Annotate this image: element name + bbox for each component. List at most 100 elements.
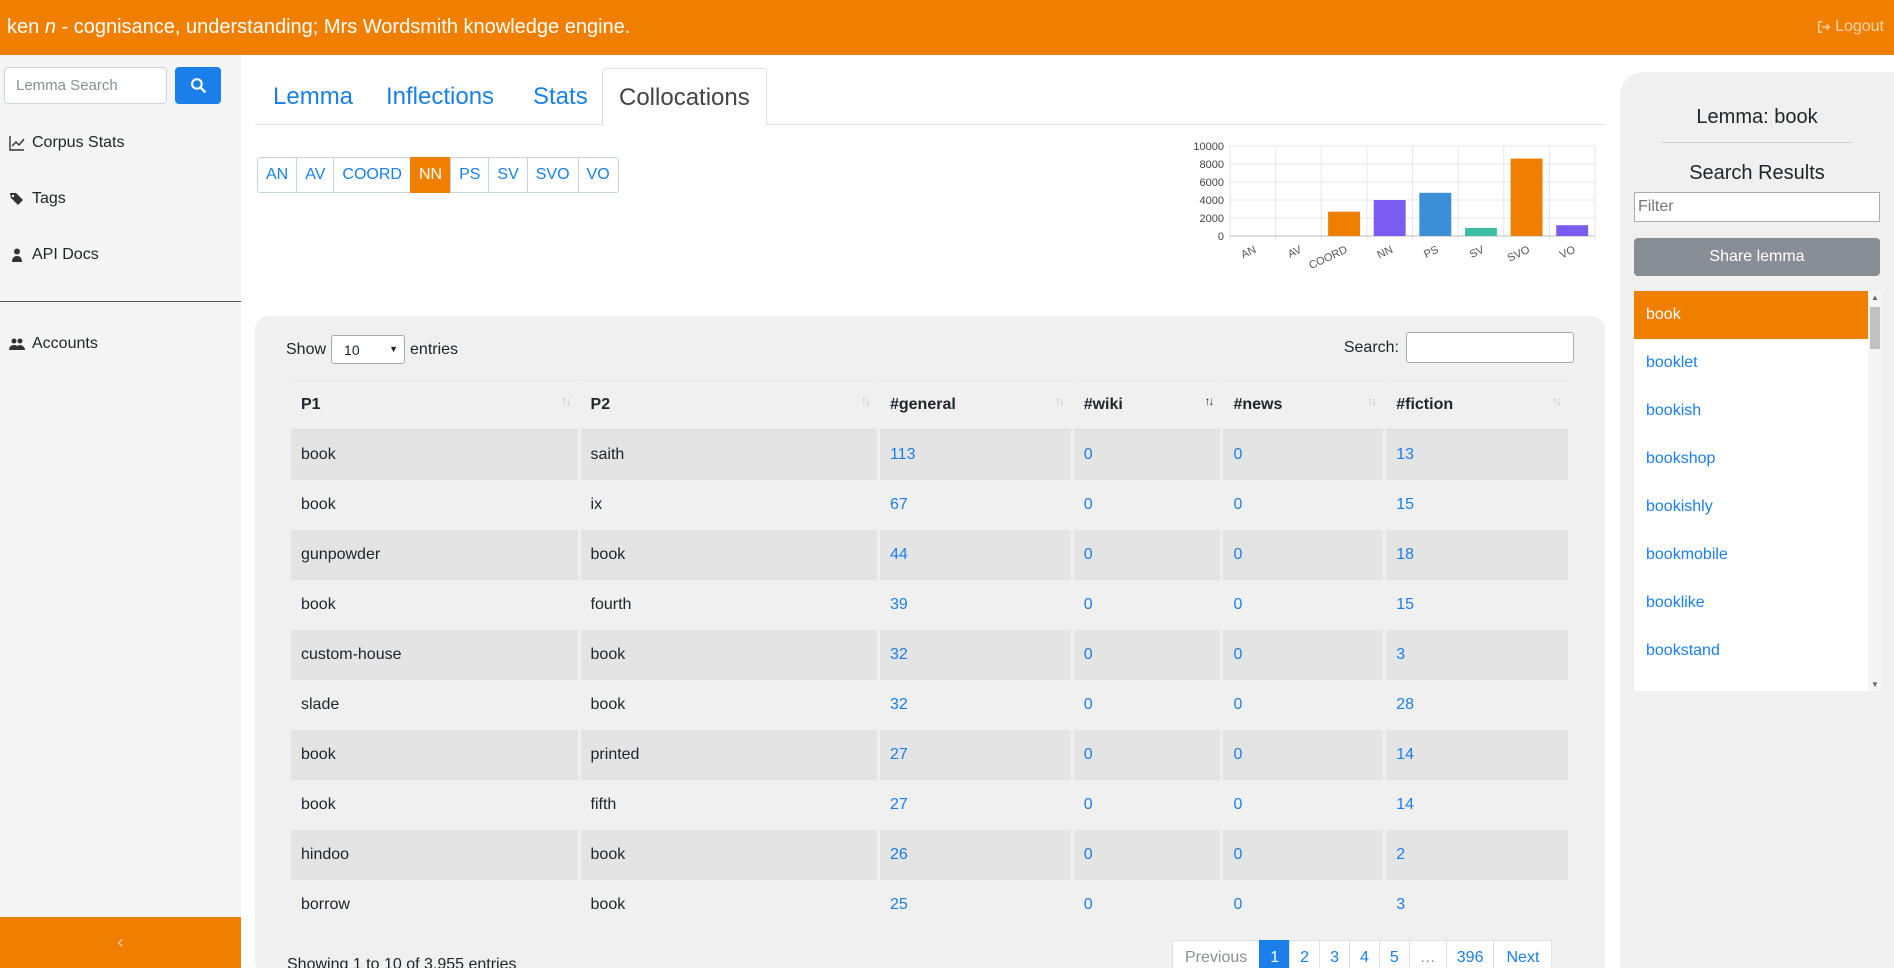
- search-result-item[interactable]: book: [1634, 291, 1868, 339]
- cell-general[interactable]: 32: [879, 680, 1071, 730]
- search-button[interactable]: [175, 67, 221, 104]
- cell-news[interactable]: 0: [1223, 880, 1384, 930]
- cell-general[interactable]: 67: [879, 480, 1071, 530]
- cell-general[interactable]: 44: [879, 530, 1071, 580]
- relation-button-coord[interactable]: COORD: [333, 157, 411, 193]
- cell-fiction[interactable]: 13: [1386, 430, 1568, 480]
- sidebar-item-tags[interactable]: Tags: [9, 190, 66, 208]
- search-result-item[interactable]: booklike: [1634, 579, 1868, 627]
- cell-wiki[interactable]: 0: [1073, 780, 1221, 830]
- cell-news[interactable]: 0: [1223, 630, 1384, 680]
- column-header-general[interactable]: #general ↑↓: [879, 380, 1071, 430]
- relation-button-vo[interactable]: VO: [577, 157, 619, 193]
- cell-wiki[interactable]: 0: [1073, 530, 1221, 580]
- cell-news[interactable]: 0: [1223, 580, 1384, 630]
- brand-tagline: ken n - cognisance, understanding; Mrs W…: [7, 16, 630, 39]
- search-result-item[interactable]: bookishly: [1634, 483, 1868, 531]
- relation-button-an[interactable]: AN: [257, 157, 298, 193]
- cell-fiction[interactable]: 2: [1386, 830, 1568, 880]
- pagination-next[interactable]: Next: [1493, 940, 1553, 968]
- relation-button-svo[interactable]: SVO: [526, 157, 579, 193]
- cell-wiki[interactable]: 0: [1073, 630, 1221, 680]
- cell-fiction[interactable]: 14: [1386, 780, 1568, 830]
- sort-icon: ↑↓: [561, 394, 572, 408]
- sidebar-collapse-button[interactable]: ‹: [0, 917, 241, 968]
- page-length-value: 10: [344, 341, 360, 358]
- column-header-news[interactable]: #news ↑↓: [1223, 380, 1384, 430]
- column-header-fiction[interactable]: #fiction ↑↓: [1386, 380, 1568, 430]
- cell-p1: book: [291, 730, 578, 780]
- page-length-select[interactable]: 10 ▼: [331, 335, 406, 364]
- scroll-up-icon[interactable]: ▲: [1871, 293, 1879, 302]
- cell-wiki[interactable]: 0: [1073, 880, 1221, 930]
- cell-general[interactable]: 113: [879, 430, 1071, 480]
- cell-general[interactable]: 25: [879, 880, 1071, 930]
- relation-button-ps[interactable]: PS: [450, 157, 490, 193]
- tab-lemma[interactable]: Lemma: [273, 68, 353, 125]
- cell-general[interactable]: 32: [879, 630, 1071, 680]
- relation-button-av[interactable]: AV: [296, 157, 335, 193]
- cell-fiction[interactable]: 28: [1386, 680, 1568, 730]
- cell-news[interactable]: 0: [1223, 480, 1384, 530]
- search-result-item[interactable]: bookshop: [1634, 435, 1868, 483]
- search-result-item[interactable]: bookmobile: [1634, 531, 1868, 579]
- cell-fiction[interactable]: 14: [1386, 730, 1568, 780]
- pagination-page-4[interactable]: 4: [1348, 940, 1380, 968]
- tab-stats[interactable]: Stats: [533, 68, 588, 125]
- table-row: custom-house book 32 0 0 3: [291, 630, 1568, 680]
- cell-wiki[interactable]: 0: [1073, 730, 1221, 780]
- cell-fiction[interactable]: 15: [1386, 480, 1568, 530]
- column-header-p2[interactable]: P2 ↑↓: [580, 380, 877, 430]
- cell-fiction[interactable]: 3: [1386, 880, 1568, 930]
- cell-news[interactable]: 0: [1223, 780, 1384, 830]
- cell-wiki[interactable]: 0: [1073, 680, 1221, 730]
- tab-inflections[interactable]: Inflections: [386, 68, 494, 125]
- scrollbar-thumb[interactable]: [1870, 307, 1880, 349]
- column-header-p1[interactable]: P1 ↑↓: [291, 380, 578, 430]
- sidebar-item-accounts[interactable]: Accounts: [9, 335, 98, 353]
- cell-general[interactable]: 26: [879, 830, 1071, 880]
- sort-icon: ↑↓: [1367, 394, 1377, 408]
- pagination-page-3[interactable]: 3: [1319, 940, 1350, 968]
- cell-news[interactable]: 0: [1223, 680, 1384, 730]
- lemma-search-input[interactable]: [4, 67, 167, 104]
- cell-wiki[interactable]: 0: [1073, 580, 1221, 630]
- table-info: Showing 1 to 10 of 3,955 entries: [287, 956, 517, 968]
- cell-general[interactable]: 39: [879, 580, 1071, 630]
- sidebar-item-api-docs[interactable]: API Docs: [9, 246, 99, 264]
- cell-wiki[interactable]: 0: [1073, 430, 1221, 480]
- cell-fiction[interactable]: 18: [1386, 530, 1568, 580]
- cell-wiki[interactable]: 0: [1073, 480, 1221, 530]
- pagination-page-5[interactable]: 5: [1378, 940, 1410, 968]
- tab-collocations[interactable]: Collocations: [602, 68, 767, 126]
- share-lemma-button[interactable]: Share lemma: [1634, 238, 1880, 276]
- cell-wiki[interactable]: 0: [1073, 830, 1221, 880]
- scroll-down-icon[interactable]: ▼: [1871, 680, 1879, 689]
- pagination-page-2[interactable]: 2: [1289, 940, 1321, 968]
- results-filter-input[interactable]: [1634, 192, 1880, 222]
- pagination: Previous 1 2 3 4 5 … 396 Next: [1172, 940, 1553, 968]
- sidebar-item-corpus-stats[interactable]: Corpus Stats: [9, 134, 124, 152]
- logout-link[interactable]: Logout: [1817, 18, 1884, 36]
- pagination-page-1[interactable]: 1: [1259, 940, 1291, 968]
- table-header-row: P1 ↑↓ P2 ↑↓ #general ↑↓ #wiki ↑↓ #news ↑↓ #fi…: [291, 380, 1568, 430]
- relation-button-sv[interactable]: SV: [488, 157, 528, 193]
- cell-news[interactable]: 0: [1223, 530, 1384, 580]
- search-result-item[interactable]: bookstand: [1634, 627, 1868, 675]
- pagination-previous[interactable]: Previous: [1172, 940, 1261, 968]
- cell-general[interactable]: 27: [879, 780, 1071, 830]
- column-header-wiki[interactable]: #wiki ↑↓: [1073, 380, 1221, 430]
- cell-fiction[interactable]: 3: [1386, 630, 1568, 680]
- search-result-item[interactable]: bookish: [1634, 387, 1868, 435]
- cell-news[interactable]: 0: [1223, 830, 1384, 880]
- search-result-item[interactable]: booklet: [1634, 339, 1868, 387]
- y-tick-label: 6000: [1200, 177, 1224, 189]
- table-search-input[interactable]: [1406, 332, 1574, 363]
- cell-news[interactable]: 0: [1223, 430, 1384, 480]
- cell-fiction[interactable]: 15: [1386, 580, 1568, 630]
- cell-general[interactable]: 27: [879, 730, 1071, 780]
- cell-news[interactable]: 0: [1223, 730, 1384, 780]
- results-scrollbar[interactable]: ▲ ▼: [1868, 291, 1882, 691]
- relation-button-nn[interactable]: NN: [409, 157, 452, 193]
- pagination-page-last[interactable]: 396: [1445, 940, 1495, 968]
